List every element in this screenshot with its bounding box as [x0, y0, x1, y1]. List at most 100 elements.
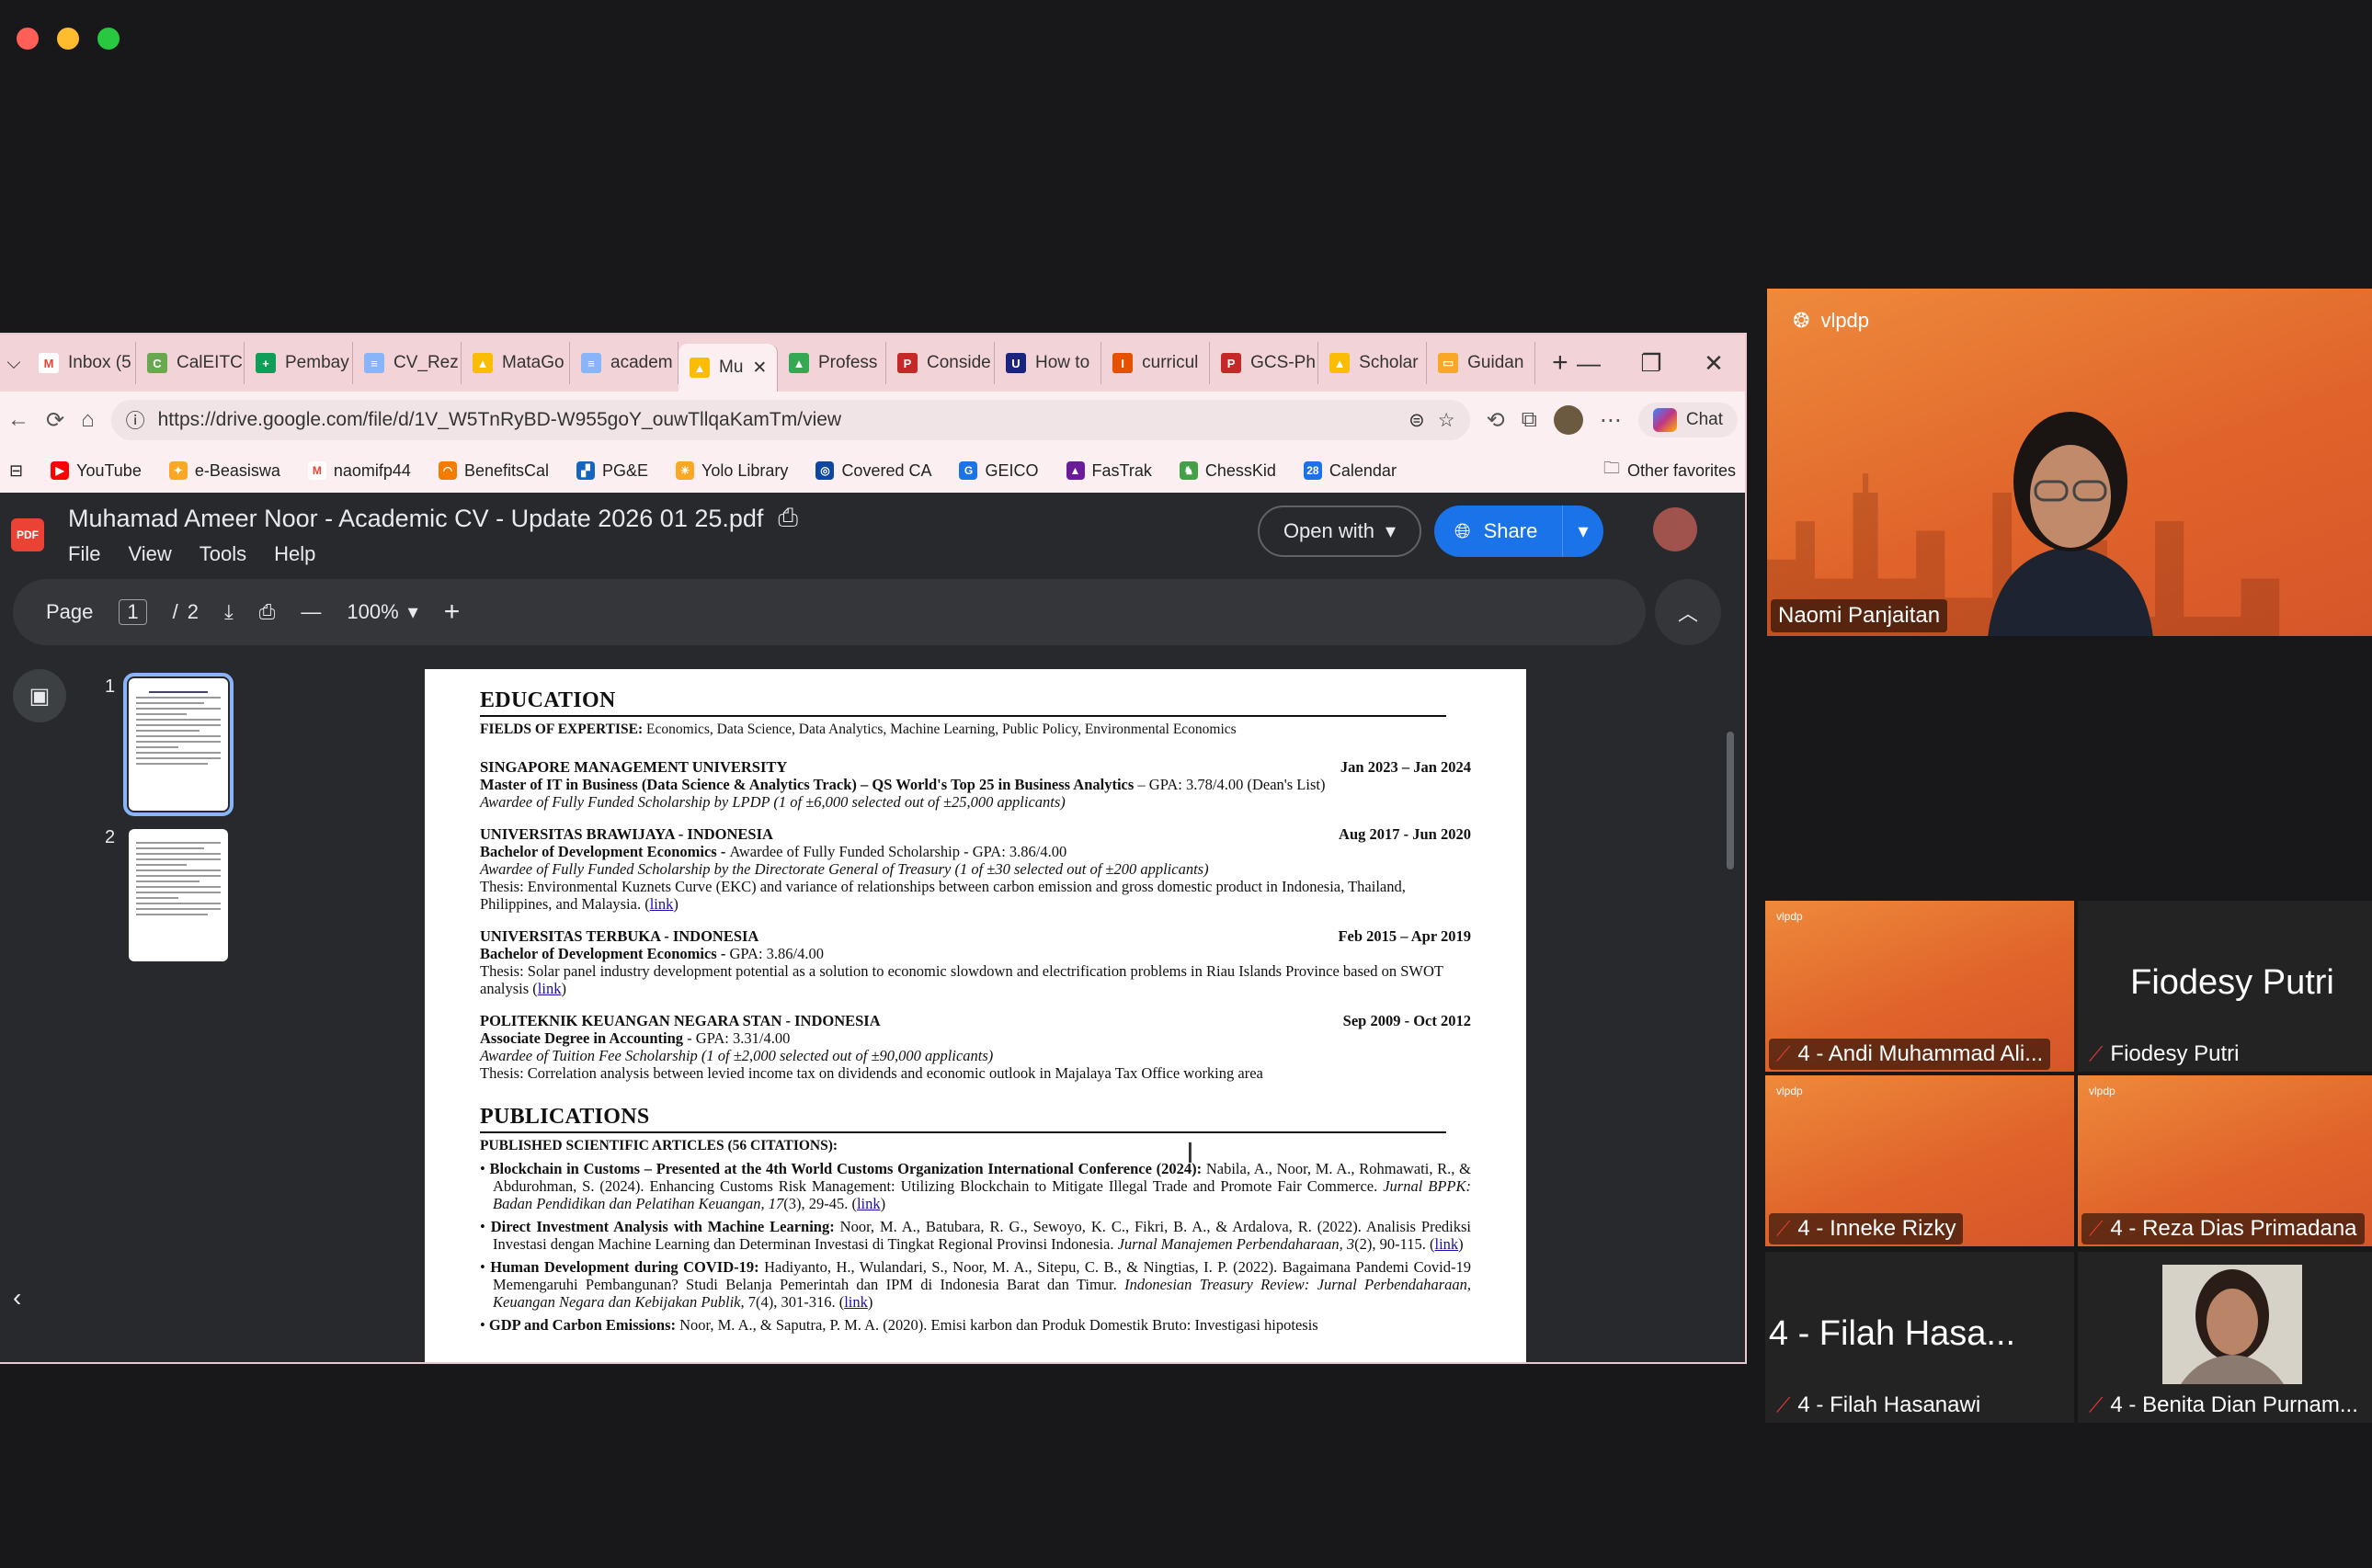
collapse-toolbar-button[interactable]: ︿	[1655, 579, 1721, 645]
tab[interactable]: ≡ academ	[570, 342, 679, 384]
chesskid-icon: ♞	[1179, 461, 1198, 480]
thesis-link[interactable]: link	[538, 980, 562, 997]
tab-list-chevron-icon[interactable]: ⌵	[0, 353, 28, 374]
url-text[interactable]: https://drive.google.com/file/d/1V_W5TnR…	[158, 409, 1397, 431]
page-thumbnail-2[interactable]	[129, 829, 228, 961]
address-row: ← ⟳ ⌂ ⓘ https://drive.google.com/file/d/…	[0, 392, 1745, 449]
bookmark-item[interactable]: ▞ PG&E	[576, 461, 648, 481]
lpdp-emblem-icon: ❂	[1793, 309, 1810, 332]
pdf-badge-label: PDF	[17, 528, 39, 541]
back-arrow-icon[interactable]: ←	[7, 407, 29, 433]
menu-help[interactable]: Help	[274, 542, 315, 566]
degree: Bachelor of Development Economics -	[480, 843, 730, 860]
education-dates: Sep 2009 - Oct 2012	[1342, 1012, 1471, 1029]
other-favorites[interactable]: 🗀 Other favorites	[1603, 457, 1736, 484]
page-thumbnail-1[interactable]	[123, 673, 234, 816]
participant-tile[interactable]: vlpdp ⟋ 4 - Reza Dias Primadana	[2078, 1075, 2372, 1246]
share-button[interactable]: 🌐︎ Share ▾	[1434, 506, 1603, 557]
participant-tile[interactable]: 4 - Filah Hasa... ⟋ 4 - Filah Hasanawi	[1765, 1252, 2074, 1423]
reload-icon[interactable]: ⟳	[46, 407, 64, 434]
open-with-button[interactable]: Open with ▾	[1258, 506, 1421, 557]
page-number-input[interactable]: 1	[119, 599, 147, 625]
copilot-chat-button[interactable]: Chat	[1637, 403, 1738, 437]
bookmark-label: BenefitsCal	[463, 460, 549, 480]
zoom-dropdown-icon[interactable]: ▾	[408, 600, 418, 624]
zoom-level[interactable]: 100%	[347, 600, 398, 624]
download-icon[interactable]: ⤓	[224, 600, 234, 624]
profile-avatar-icon[interactable]	[1553, 405, 1583, 435]
degree-detail: GPA: 3.86/4.00	[729, 945, 824, 962]
participant-tile[interactable]: vlpdp ⟋ 4 - Andi Muhammad Ali...	[1765, 901, 2074, 1072]
minimize-icon[interactable]: —	[1557, 349, 1620, 378]
tab[interactable]: M Inbox (5	[28, 342, 136, 384]
library-icon: ☀	[676, 461, 695, 480]
account-avatar[interactable]	[1653, 507, 1697, 551]
reader-mode-icon[interactable]: ⊜	[1408, 409, 1425, 432]
tab[interactable]: ≡ CV_Rez	[353, 342, 462, 384]
bookmark-item[interactable]: ◠ BenefitsCal	[438, 460, 549, 481]
close-window-button[interactable]	[17, 28, 39, 50]
tab[interactable]: U How to	[995, 342, 1102, 384]
bookmark-item[interactable]: ▲ FasTrak	[1066, 461, 1152, 481]
collapse-sidebar-chevron-icon[interactable]: ‹	[13, 1283, 21, 1312]
tab[interactable]: C CalEITC	[136, 342, 245, 384]
publication-link[interactable]: link	[844, 1293, 868, 1311]
publication-link[interactable]: link	[1435, 1235, 1459, 1253]
tab[interactable]: ▲ Scholar	[1318, 342, 1428, 384]
image-thumbnails-toggle[interactable]: ▣	[13, 669, 66, 722]
close-tab-icon[interactable]: ✕	[752, 358, 767, 379]
tab[interactable]: ▭ Guidan	[1427, 342, 1536, 384]
home-icon[interactable]: ⌂	[81, 407, 95, 433]
favorite-star-icon[interactable]: ☆	[1438, 409, 1455, 432]
zoom-in-icon[interactable]: +	[444, 597, 461, 628]
participant-tile[interactable]: ⟋ 4 - Benita Dian Purnam...	[2078, 1252, 2372, 1423]
menu-tools[interactable]: Tools	[200, 542, 246, 566]
tab[interactable]: P Conside	[886, 342, 995, 384]
more-menu-icon[interactable]: ⋯	[1600, 407, 1622, 434]
tab-active[interactable]: ▲ Mu ✕	[679, 344, 778, 392]
close-icon[interactable]: ✕	[1682, 349, 1745, 378]
restore-icon[interactable]: ❐	[1620, 349, 1682, 378]
history-icon[interactable]: ⟲	[1487, 407, 1505, 434]
tab-label: GCS-Ph	[1250, 353, 1316, 372]
add-shortcut-icon[interactable]: ⎙	[778, 504, 798, 533]
print-icon[interactable]: ⎙	[259, 600, 276, 624]
tab[interactable]: P GCS-Ph	[1210, 342, 1319, 384]
document-scrollbar[interactable]	[1727, 732, 1734, 869]
zoom-out-icon[interactable]: —	[301, 600, 321, 624]
document-title-text: Muhamad Ameer Noor - Academic CV - Updat…	[68, 504, 764, 532]
fields-of-expertise: FIELDS OF EXPERTISE: Economics, Data Sci…	[480, 721, 1471, 738]
publication-link[interactable]: link	[857, 1195, 881, 1212]
bookmark-item[interactable]: G GEICO	[959, 461, 1039, 481]
menu-file[interactable]: File	[68, 542, 100, 566]
docs-icon: ≡	[581, 353, 601, 373]
viewer-header: PDF Muhamad Ameer Noor - Academic CV - U…	[0, 493, 1745, 585]
fields-label: FIELDS OF EXPERTISE:	[480, 722, 644, 737]
bookmark-item[interactable]: ☀ Yolo Library	[676, 461, 788, 481]
bookmark-item[interactable]: Mnaomifp44	[307, 461, 411, 481]
tab[interactable]: ▲ Profess	[778, 342, 886, 384]
page-label: Page	[46, 600, 94, 623]
screenshot-icon[interactable]: ⧉	[1522, 407, 1537, 433]
minimize-window-button[interactable]	[57, 28, 79, 50]
bookmark-item[interactable]: 28 Calendar	[1303, 461, 1397, 481]
thesis-link[interactable]: link	[650, 895, 674, 913]
participant-tile[interactable]: Fiodesy Putri ⟋ Fiodesy Putri	[2078, 901, 2372, 1072]
share-dropdown-icon[interactable]: ▾	[1562, 506, 1603, 557]
bookmark-item[interactable]: ✦ e-Beasiswa	[168, 461, 280, 481]
participant-tag: ⟋ 4 - Andi Muhammad Ali...	[1769, 1039, 2051, 1070]
menu-view[interactable]: View	[128, 542, 171, 566]
site-info-icon[interactable]: ⓘ	[126, 406, 145, 434]
tab[interactable]: Icurricul	[1101, 342, 1211, 384]
participant-tile[interactable]: vlpdp ⟋ 4 - Inneke Rizky	[1765, 1075, 2074, 1246]
address-bar[interactable]: ⓘ https://drive.google.com/file/d/1V_W5T…	[110, 400, 1470, 440]
bookmark-item[interactable]: ♞ ChessKid	[1179, 461, 1276, 481]
tab[interactable]: + Pembay	[245, 342, 353, 384]
zoom-window-button[interactable]	[97, 28, 120, 50]
bookmark-item[interactable]: ▶ YouTube	[51, 461, 142, 481]
tab[interactable]: ▲ MataGo	[462, 342, 570, 384]
bookmark-item[interactable]: ◎ Covered CA	[815, 461, 931, 481]
bookmarks-toggle-icon[interactable]: ⊟	[9, 461, 23, 481]
active-speaker-video[interactable]: ❂ vlpdp Naomi Panjaitan	[1767, 289, 2372, 636]
publications-heading: PUBLICATIONS	[480, 1104, 1446, 1133]
